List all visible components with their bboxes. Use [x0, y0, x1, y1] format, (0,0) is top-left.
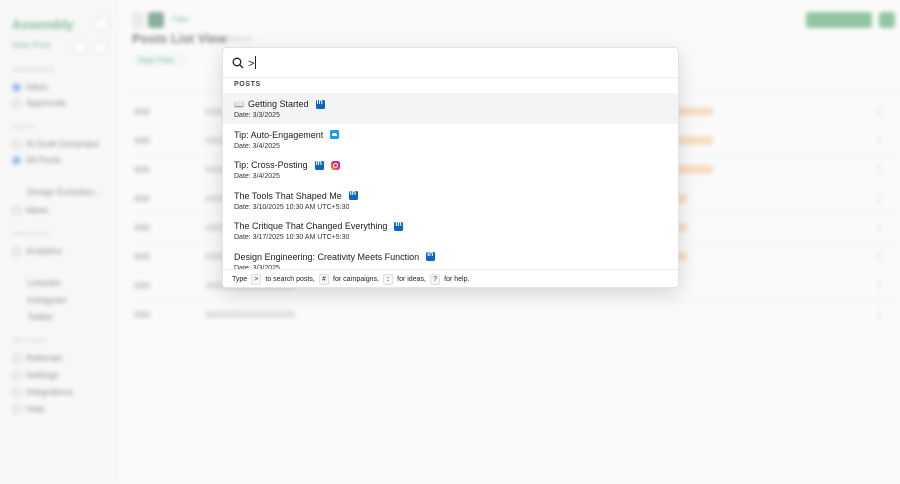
sidebar-item-ai-draft[interactable]: AI Draft Generator — [12, 139, 100, 149]
lightbulb-icon — [12, 205, 21, 215]
twitter-icon — [330, 130, 340, 140]
result-date: Date: 3/10/2025 10:30 AM UTC+5:30 — [234, 203, 350, 211]
command-palette: POSTS 📖Getting Started Date: 3/3/2025 Tip:… — [222, 47, 679, 288]
instagram-icon — [330, 160, 340, 170]
result-item[interactable]: The Tools That Shaped Me Date: 3/10/2025 … — [223, 185, 678, 216]
result-date: Date: 3/4/2025 — [234, 173, 280, 181]
result-date: Date: 3/4/2025 — [234, 142, 280, 150]
brand-logo: Assembly — [12, 17, 74, 32]
result-item[interactable]: Design Engineering: Creativity Meets Fun… — [223, 246, 678, 269]
result-title: The Critique That Changed Everything — [234, 221, 388, 232]
sidebar-section-analytics: ANALYTICS — [12, 232, 50, 238]
result-title: Design Engineering: Creativity Meets Fun… — [234, 251, 420, 262]
date-filter-button[interactable]: Date Filter — [132, 54, 188, 67]
result-title-row: Tip: Cross-Posting — [234, 159, 667, 171]
new-post-button[interactable]: New Post — [12, 40, 68, 55]
sidebar: Assembly New Post WORKSPACE Inbox Approv… — [0, 0, 118, 484]
key-ideas: : — [382, 274, 394, 285]
text-caret — [255, 56, 256, 69]
sidebar-item-help[interactable]: Help — [12, 404, 45, 414]
inbox-icon — [12, 82, 21, 92]
sidebar-section-posts: POSTS — [12, 125, 35, 131]
table-row[interactable] — [128, 301, 900, 330]
posts-icon — [12, 155, 21, 165]
palette-footer: Type > to search posts, # for campaigns,… — [223, 269, 678, 287]
back-button[interactable] — [132, 12, 144, 28]
sidebar-item-design-evolution[interactable]: Design Evolution... — [27, 187, 102, 197]
plug-icon — [12, 387, 21, 397]
results-list[interactable]: 📖Getting Started Date: 3/3/2025 Tip: Auto-… — [223, 93, 678, 269]
sidebar-section-workspace: WORKSPACE — [12, 68, 56, 74]
approvals-icon — [12, 98, 21, 108]
palette-search-input[interactable] — [248, 55, 668, 72]
gear-icon — [12, 370, 21, 380]
result-item[interactable]: 📖Getting Started Date: 3/3/2025 — [223, 93, 678, 124]
footer-campaigns-label: for campaigns, — [333, 276, 379, 283]
create-menu-button[interactable] — [879, 12, 895, 28]
new-post-menu-button[interactable] — [73, 40, 87, 54]
result-title: Tip: Cross-Posting — [234, 160, 308, 171]
key-campaigns: # — [318, 274, 330, 285]
filter-button[interactable]: Filter — [172, 12, 204, 28]
sidebar-item-linkedin[interactable]: LinkedIn — [27, 278, 61, 288]
create-post-button[interactable] — [806, 12, 872, 28]
sidebar-toggle-button[interactable] — [94, 16, 109, 31]
sidebar-item-referrals[interactable]: Referrals — [12, 353, 63, 363]
result-title: Tip: Auto-Engagement — [234, 129, 324, 140]
sidebar-item-all-posts[interactable]: All Posts — [12, 155, 61, 165]
sidebar-item-settings[interactable]: Settings — [12, 370, 59, 380]
book-icon: 📖 — [234, 99, 244, 109]
help-icon — [12, 404, 21, 414]
result-date: Date: 3/17/2025 10:30 AM UTC+5:30 — [234, 234, 350, 242]
result-item[interactable]: The Critique That Changed Everything Date… — [223, 215, 678, 246]
sidebar-item-integrations[interactable]: Integrations — [12, 387, 73, 397]
chart-icon — [12, 246, 21, 256]
page-title: Posts List View — [132, 31, 228, 46]
calendar-button[interactable] — [94, 40, 108, 54]
view-toggle-button[interactable] — [148, 12, 164, 28]
search-hint[interactable]: Search — [228, 34, 253, 43]
result-title-row: Design Engineering: Creativity Meets Fun… — [234, 251, 667, 263]
result-date: Date: 3/3/2025 — [234, 112, 280, 119]
linkedin-icon — [314, 160, 324, 170]
footer-ideas-label: for ideas, — [397, 276, 426, 283]
result-item[interactable]: Tip: Cross-Posting Date: 3/4/2025 — [223, 154, 678, 185]
result-title-row: The Tools That Shaped Me — [234, 190, 667, 202]
sidebar-item-instagram[interactable]: Instagram — [27, 295, 67, 305]
footer-type-label: Type — [232, 276, 248, 283]
sidebar-item-inbox[interactable]: Inbox — [12, 82, 48, 92]
linkedin-icon — [315, 99, 325, 109]
sidebar-item-ideas[interactable]: Ideas — [12, 205, 48, 215]
linkedin-icon — [426, 251, 436, 262]
footer-help-label: for help. — [444, 276, 470, 283]
result-item[interactable]: Tip: Auto-Engagement Date: 3/4/2025 — [223, 124, 678, 155]
linkedin-icon — [394, 221, 404, 231]
result-title-row: 📖 Getting Started — [234, 98, 667, 110]
key-help: ? — [429, 274, 441, 285]
sparkle-icon — [12, 139, 21, 149]
search-icon — [232, 57, 244, 69]
gift-icon — [12, 353, 21, 363]
sidebar-item-analytics[interactable]: Analytics — [12, 246, 62, 256]
result-title-row: Tip: Auto-Engagement — [234, 129, 667, 141]
linkedin-icon — [348, 190, 358, 201]
result-title: Getting Started — [247, 99, 309, 109]
palette-search-row — [223, 48, 678, 78]
key-posts: > — [251, 274, 262, 285]
footer-posts-label: to search posts, — [265, 276, 315, 283]
result-title: The Tools That Shaped Me — [234, 190, 342, 201]
results-group-label: POSTS — [234, 81, 261, 88]
sidebar-item-approvals[interactable]: Approvals — [12, 98, 66, 108]
sidebar-item-twitter[interactable]: Twitter — [27, 312, 54, 322]
result-title-row: The Critique That Changed Everything — [234, 220, 667, 232]
sidebar-section-settings: SETTINGS — [12, 339, 47, 345]
